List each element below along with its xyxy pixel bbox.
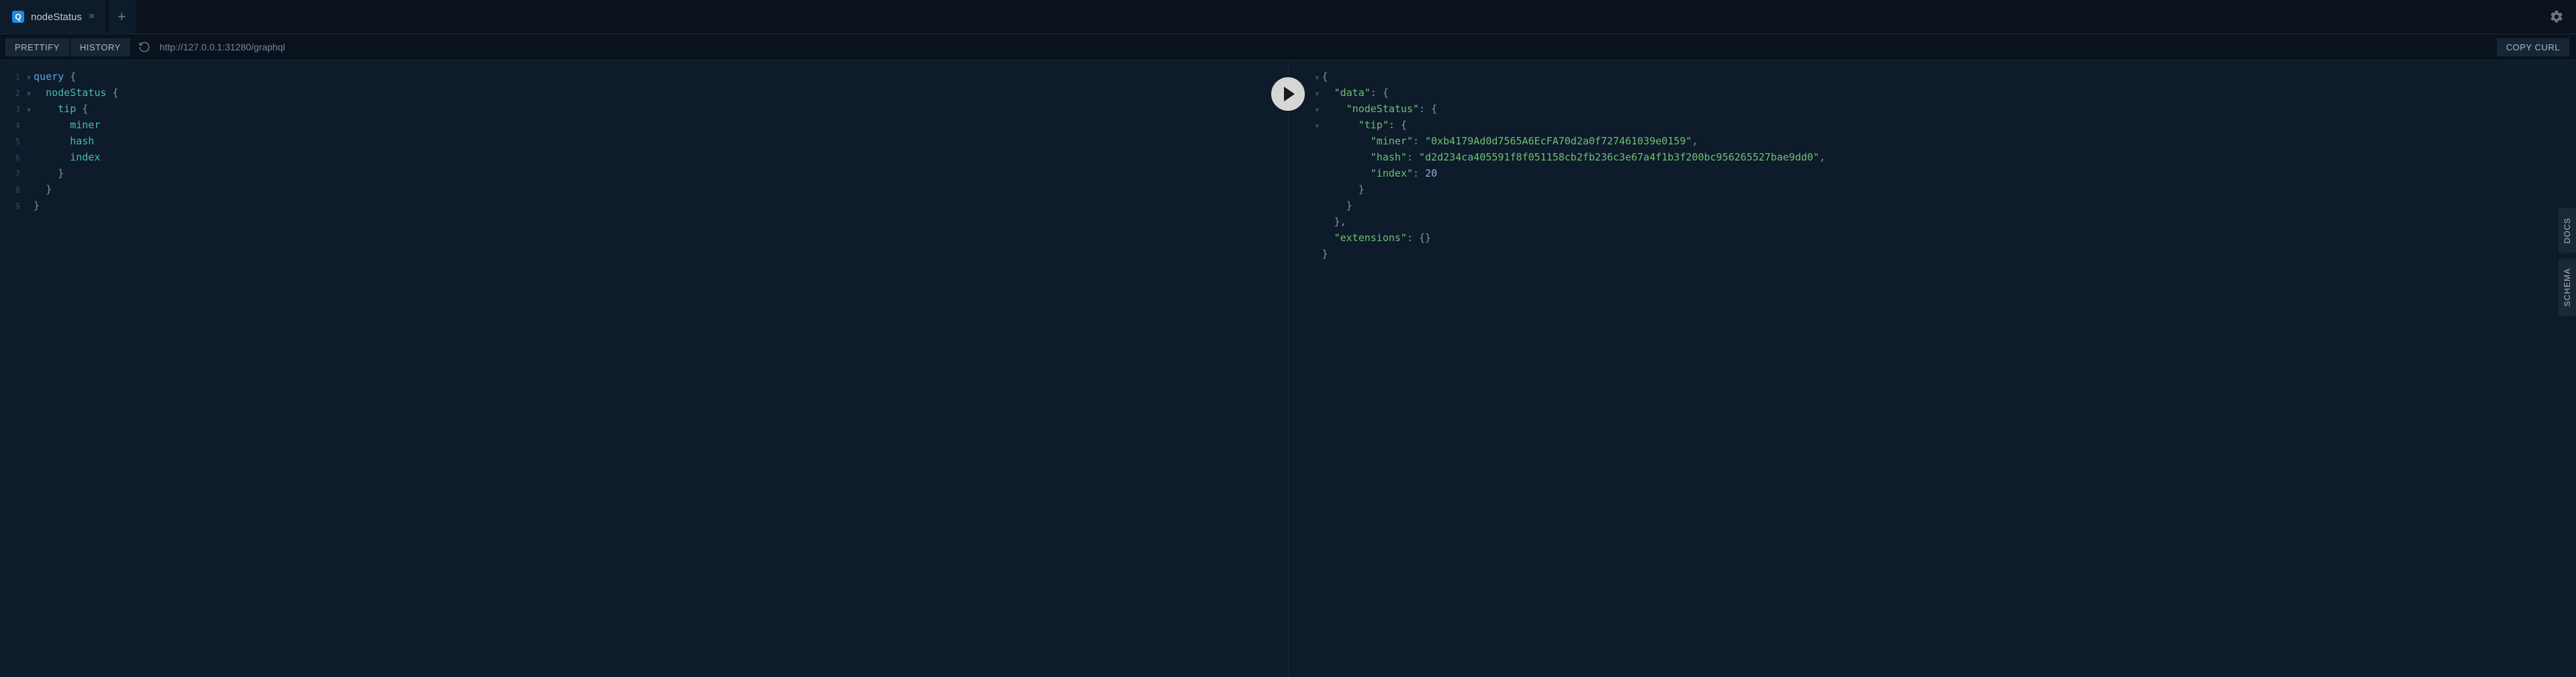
schema-tab[interactable]: SCHEMA <box>2559 259 2576 316</box>
close-icon[interactable]: × <box>89 11 95 23</box>
tab-bar: Q nodeStatus × + <box>0 0 2576 34</box>
history-button[interactable]: HISTORY <box>71 38 130 56</box>
toolbar: PRETTIFY HISTORY COPY CURL <box>0 34 2576 60</box>
tab-nodestatus[interactable]: Q nodeStatus × <box>0 0 107 34</box>
endpoint-input[interactable] <box>156 39 2491 55</box>
copy-curl-button[interactable]: COPY CURL <box>2497 38 2569 56</box>
prettify-button[interactable]: PRETTIFY <box>5 38 69 56</box>
play-button[interactable] <box>1269 75 1307 113</box>
tab-title: nodeStatus <box>31 11 82 23</box>
docs-tab[interactable]: DOCS <box>2559 208 2576 253</box>
gear-icon[interactable] <box>2549 9 2564 24</box>
query-badge-icon: Q <box>12 11 24 23</box>
response-viewer: ▼{ ▼ "data": { ▼ "nodeStatus": { ▼ "tip"… <box>1288 60 2576 677</box>
reload-icon[interactable] <box>138 41 150 53</box>
main-split: 1▼query {2▼ nodeStatus {3▼ tip {4 miner5… <box>0 60 2576 677</box>
query-editor[interactable]: 1▼query {2▼ nodeStatus {3▼ tip {4 miner5… <box>0 60 1288 677</box>
add-tab-button[interactable]: + <box>107 0 136 34</box>
